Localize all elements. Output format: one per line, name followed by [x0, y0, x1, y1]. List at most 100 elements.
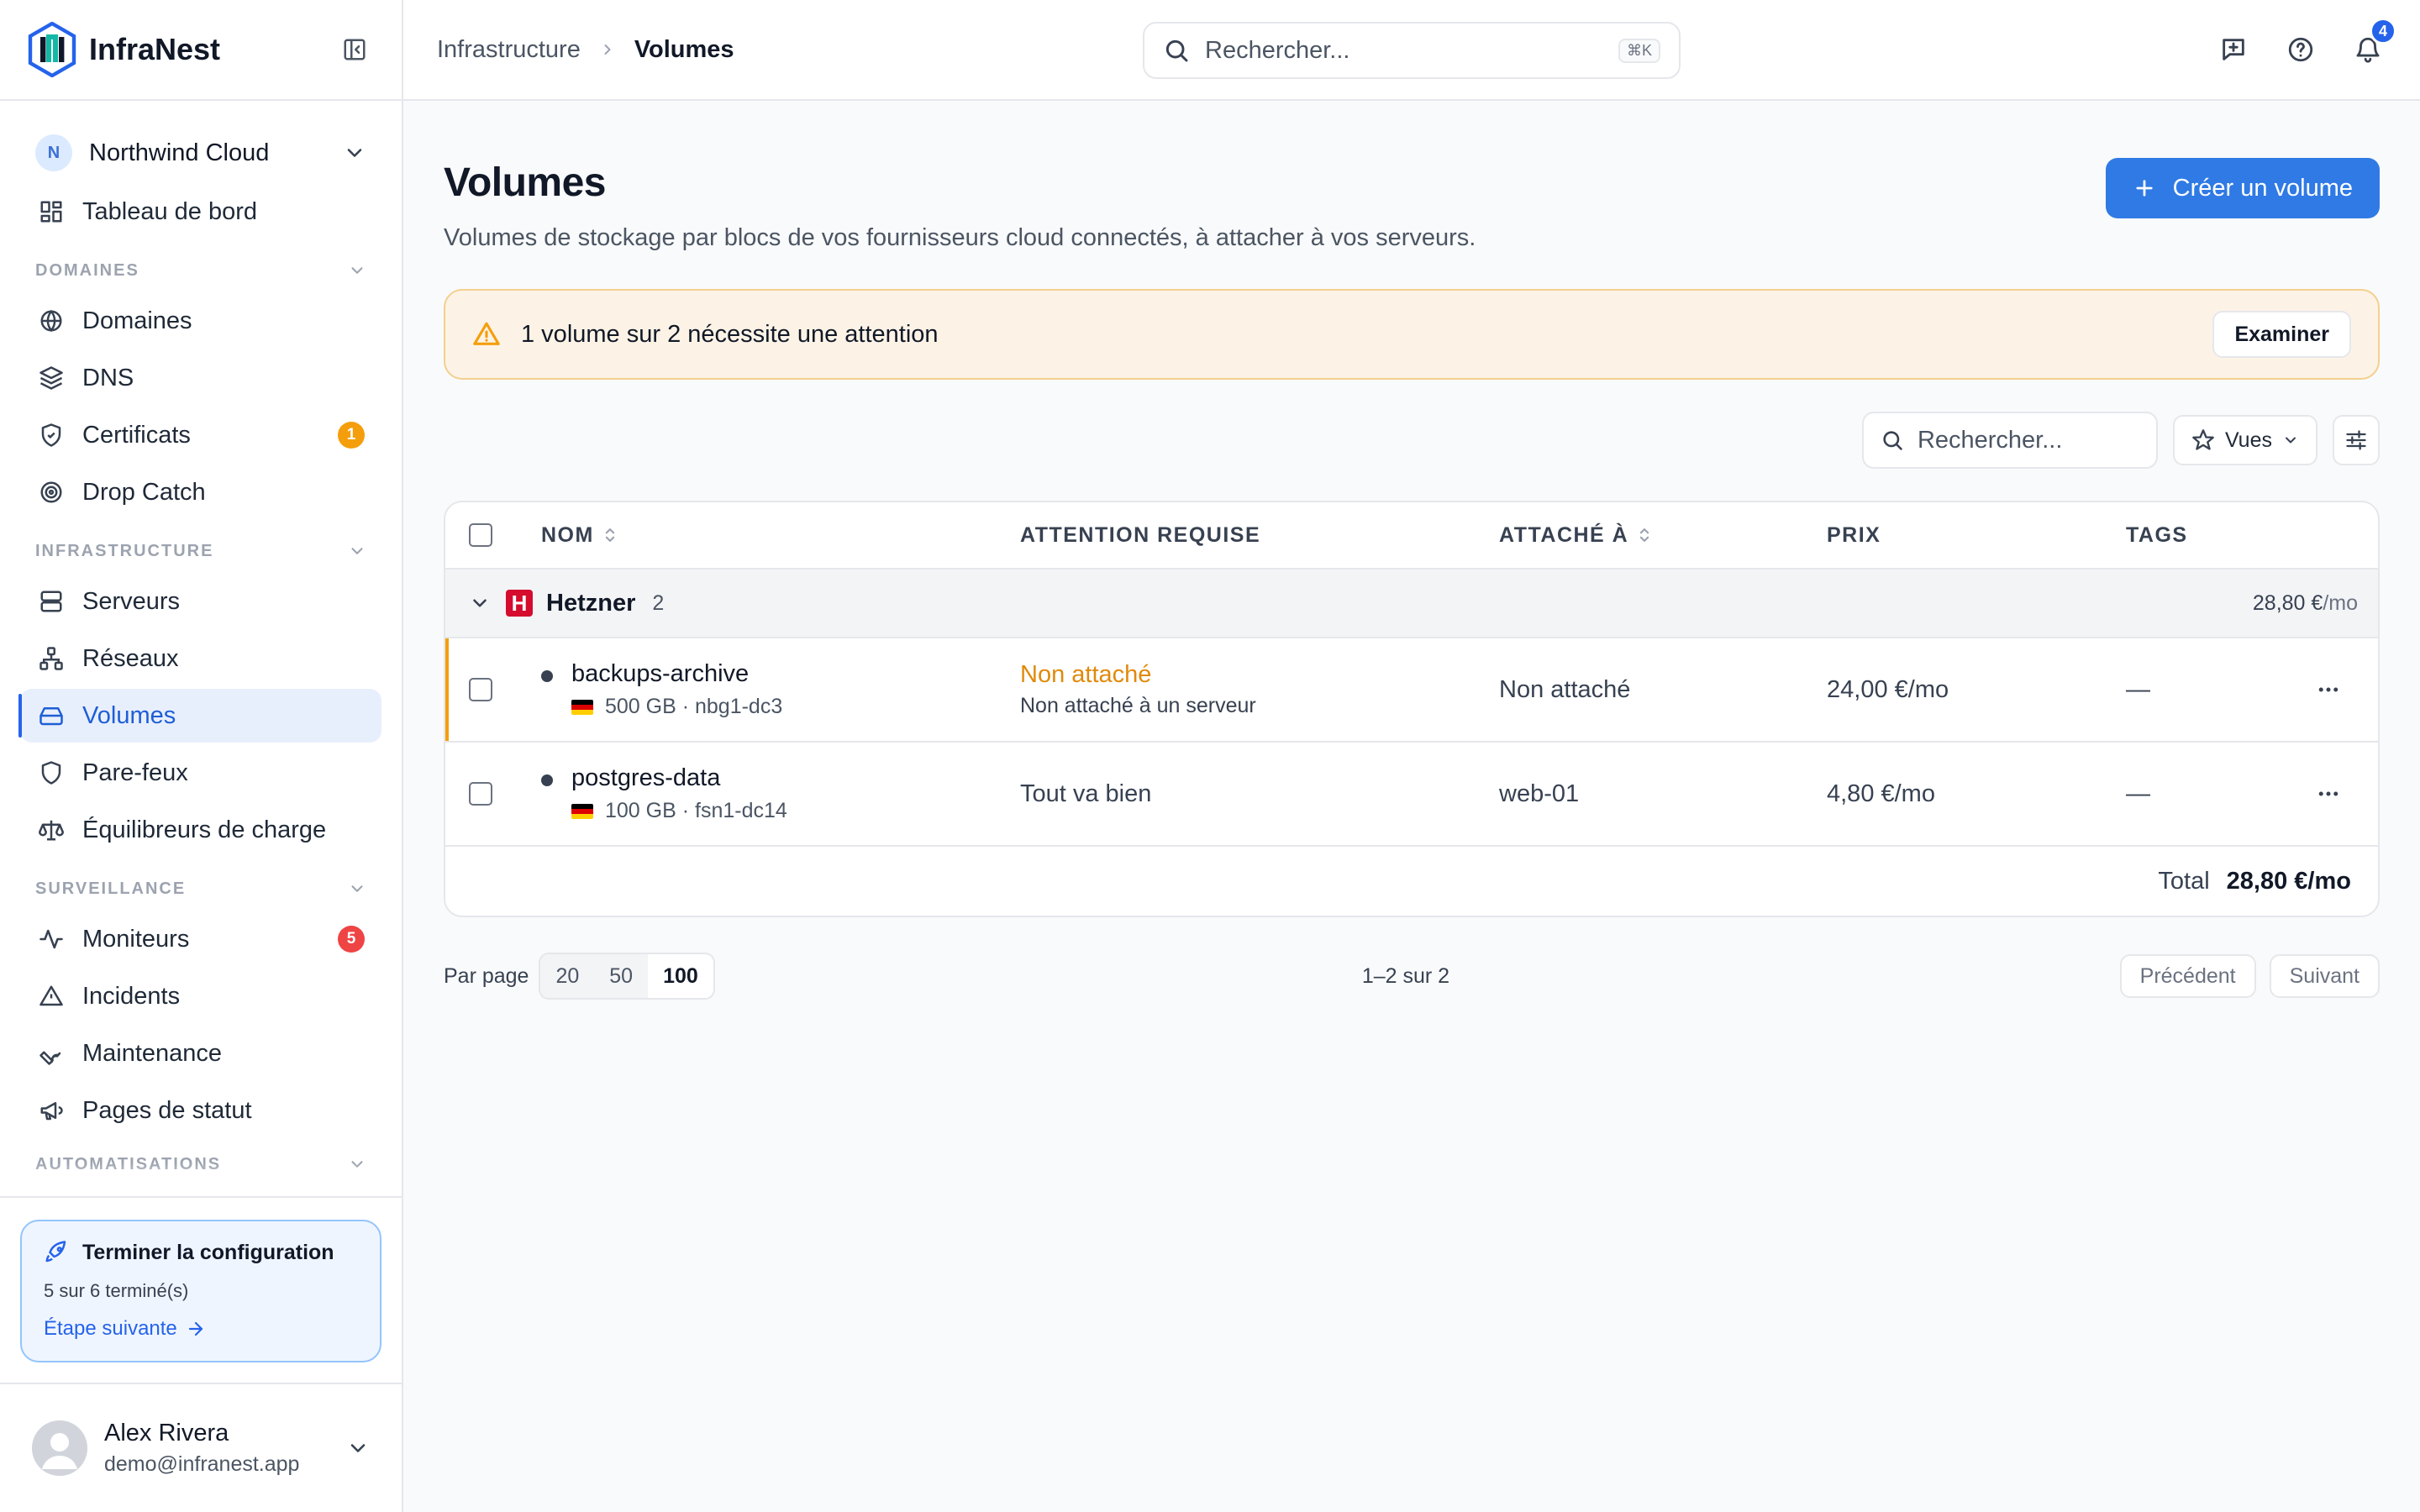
user-name: Alex Rivera — [104, 1420, 229, 1446]
sidebar-item-label: Certificats — [82, 421, 191, 449]
column-header-name[interactable]: NOM — [541, 523, 1020, 548]
sidebar-item-label: Serveurs — [82, 587, 181, 615]
row-checkbox[interactable] — [469, 678, 492, 701]
global-search-input[interactable] — [1205, 36, 1618, 65]
org-avatar: N — [35, 134, 72, 171]
hetzner-logo-icon: H — [506, 590, 533, 617]
sidebar-item-dashboard[interactable]: Tableau de bord — [20, 185, 381, 239]
brand-header: InfraNest — [0, 0, 402, 101]
topbar: Infrastructure Volumes ⌘K 4 — [403, 0, 2420, 101]
setup-title: Terminer la configuration — [44, 1240, 358, 1265]
infranest-logo-icon — [28, 22, 76, 77]
select-all-checkbox[interactable] — [469, 523, 492, 547]
sidebar-item-load-balancers[interactable]: Équilibreurs de charge — [20, 803, 381, 857]
network-icon — [37, 644, 66, 673]
certificates-count-badge: 1 — [338, 422, 365, 449]
page-heading: Volumes Volumes de stockage par blocs de… — [444, 139, 1476, 252]
help-circle-icon — [2288, 37, 2313, 62]
create-volume-button[interactable]: Créer un volume — [2105, 158, 2380, 218]
user-menu[interactable]: Alex Rivera demo@infranest.app — [0, 1383, 402, 1512]
table-row[interactable]: backups-archive 500 GB · nbg1-dc3 Non at… — [445, 638, 2378, 743]
price-cell: 24,00 €/mo — [1827, 675, 1949, 703]
more-horizontal-icon[interactable] — [2316, 677, 2341, 702]
notifications-button[interactable]: 4 — [2351, 18, 2396, 66]
column-label: NOM — [541, 522, 594, 547]
volume-name[interactable]: backups-archive — [571, 660, 782, 688]
per-page-option-20[interactable]: 20 — [540, 954, 594, 998]
plus-icon — [2133, 176, 2156, 200]
star-icon — [2191, 428, 2215, 452]
sidebar-item-maintenance[interactable]: Maintenance — [20, 1026, 381, 1080]
section-header-infrastructure[interactable]: INFRASTRUCTURE — [20, 528, 381, 575]
per-page-option-50[interactable]: 50 — [594, 954, 648, 998]
views-dropdown[interactable]: Vues — [2172, 415, 2317, 465]
group-total: 28,80 €/mo — [2253, 591, 2358, 616]
avatar — [32, 1420, 87, 1476]
section-header-domains[interactable]: DOMAINES — [20, 247, 381, 294]
provider-group-row[interactable]: H Hetzner 2 28,80 €/mo — [445, 570, 2378, 638]
sidebar-item-label: Moniteurs — [82, 925, 190, 953]
sidebar-item-firewalls[interactable]: Pare-feux — [20, 746, 381, 800]
breadcrumb-infrastructure[interactable]: Infrastructure — [437, 36, 581, 64]
target-icon — [37, 478, 66, 507]
message-plus-icon — [2223, 39, 2244, 60]
sidebar-item-status-pages[interactable]: Pages de statut — [20, 1084, 381, 1137]
column-header-tags: TAGS — [2126, 522, 2188, 547]
more-horizontal-icon[interactable] — [2316, 781, 2341, 806]
sidebar-item-label: Drop Catch — [82, 478, 206, 506]
tags-cell: — — [2126, 676, 2378, 704]
sort-icon — [1637, 526, 1652, 544]
column-settings-button[interactable] — [2333, 415, 2380, 465]
per-page-option-100[interactable]: 100 — [648, 954, 713, 998]
volume-meta-text: 500 GB · nbg1-dc3 — [605, 695, 783, 718]
user-email: demo@infranest.app — [104, 1452, 300, 1476]
column-header-attached[interactable]: ATTACHÉ À — [1499, 523, 1827, 548]
header-checkbox-cell — [445, 523, 541, 547]
sidebar-item-networks[interactable]: Réseaux — [20, 632, 381, 685]
sidebar-item-incidents[interactable]: Incidents — [20, 969, 381, 1023]
row-checkbox[interactable] — [469, 782, 492, 806]
search-icon — [1881, 428, 1904, 452]
attached-cell: Non attaché — [1499, 675, 1631, 703]
feedback-button[interactable] — [2217, 33, 2250, 66]
sidebar-item-monitors[interactable]: Moniteurs 5 — [20, 912, 381, 966]
volume-name-wrap: backups-archive 500 GB · nbg1-dc3 — [541, 660, 782, 719]
sidebar-item-servers[interactable]: Serveurs — [20, 575, 381, 628]
page-description: Volumes de stockage par blocs de vos fou… — [444, 224, 1476, 251]
sidebar-item-dns[interactable]: DNS — [20, 351, 381, 405]
setup-next-label: Étape suivante — [44, 1317, 177, 1340]
server-icon — [37, 587, 66, 616]
sidebar-item-volumes[interactable]: Volumes — [18, 689, 381, 743]
sidebar-item-drop-catch[interactable]: Drop Catch — [20, 465, 381, 519]
scale-icon — [37, 816, 66, 844]
review-button[interactable]: Examiner — [2212, 311, 2351, 358]
volume-name[interactable]: postgres-data — [571, 764, 787, 792]
tags-cell: — — [2126, 780, 2378, 808]
rocket-icon — [44, 1240, 69, 1265]
chevron-down-icon[interactable] — [469, 592, 491, 614]
previous-page-button[interactable]: Précédent — [2119, 954, 2256, 998]
table-search[interactable] — [1861, 412, 2234, 469]
sidebar-item-domains[interactable]: Domaines — [20, 294, 381, 348]
pagination-range: 1–2 sur 2 — [1361, 963, 1450, 988]
row-checkbox-cell — [445, 782, 541, 806]
hard-drive-icon — [37, 701, 66, 730]
help-button[interactable] — [2284, 33, 2317, 66]
total-value: 28,80 €/mo — [2226, 867, 2351, 895]
setup-card[interactable]: Terminer la configuration 5 sur 6 termin… — [20, 1220, 381, 1362]
section-header-monitoring[interactable]: SURVEILLANCE — [20, 865, 381, 912]
layers-icon — [37, 364, 66, 392]
attached-cell: web-01 — [1499, 780, 1580, 807]
volume-meta: 500 GB · nbg1-dc3 — [571, 695, 782, 719]
germany-flag-icon — [571, 803, 593, 819]
total-label: Total — [2158, 867, 2210, 895]
org-switcher[interactable]: N Northwind Cloud — [20, 124, 381, 181]
next-page-button[interactable]: Suivant — [2269, 954, 2380, 998]
search-shortcut: ⌘K — [1618, 38, 1660, 63]
global-search[interactable]: ⌘K — [1143, 22, 1681, 79]
sidebar-collapse-button[interactable] — [338, 33, 371, 66]
column-header-price: PRIX — [1827, 522, 1881, 547]
table-row[interactable]: postgres-data 100 GB · fsn1-dc14 Tout va… — [445, 743, 2378, 847]
sidebar-item-certificates[interactable]: Certificats 1 — [20, 408, 381, 462]
setup-next-link[interactable]: Étape suivante — [44, 1317, 358, 1341]
